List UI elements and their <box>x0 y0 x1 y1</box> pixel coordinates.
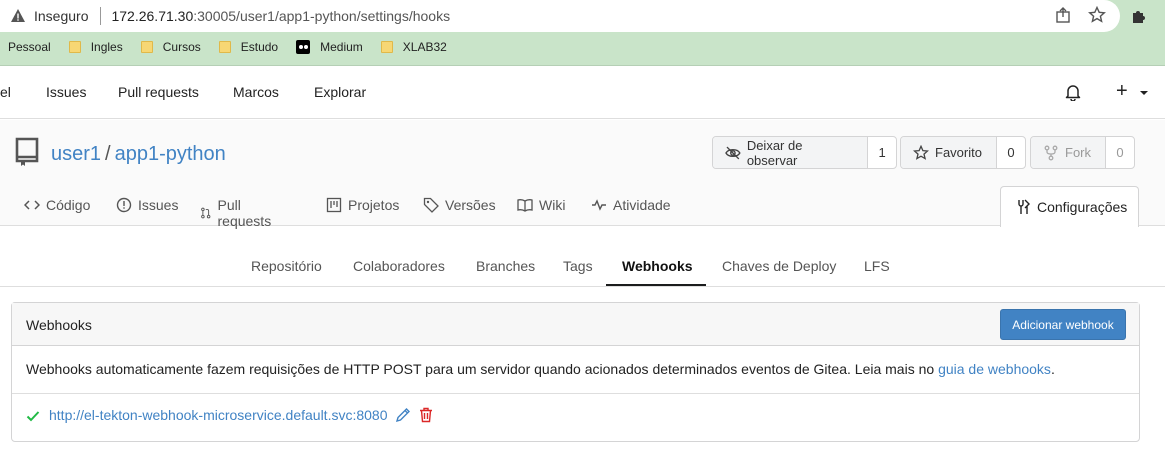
settings-menu: Repositório Colaboradores Branches Tags … <box>0 244 1165 287</box>
address-bar[interactable]: Inseguro 172.26.71.30:30005/user1/app1-p… <box>0 0 1120 32</box>
bookmark-estudo[interactable]: Estudo <box>218 40 278 54</box>
webhooks-description: Webhooks automaticamente fazem requisiçõ… <box>12 346 1139 394</box>
webhooks-title: Webhooks <box>26 317 92 333</box>
tab-projects[interactable]: Projetos <box>326 197 399 213</box>
folder-icon <box>218 41 231 53</box>
webhooks-guide-link[interactable]: guia de webhooks <box>938 361 1051 377</box>
fork-button-group: Fork 0 <box>1030 136 1135 169</box>
nav-item-explorar[interactable]: Explorar <box>314 84 366 100</box>
nav-item-issues[interactable]: Issues <box>46 84 86 100</box>
bookmark-xlab32[interactable]: XLAB32 <box>380 40 447 54</box>
bookmarks-bar: Pessoal Ingles Cursos Estudo Medium XLAB… <box>0 36 465 58</box>
pull-request-icon <box>201 207 211 219</box>
warning-icon <box>10 8 26 24</box>
medium-icon <box>296 40 311 54</box>
extensions-icon[interactable] <box>1130 7 1148 25</box>
active-tab-indicator <box>606 284 706 286</box>
chevron-down-icon[interactable] <box>1139 85 1149 95</box>
nav-item-painel[interactable]: el <box>0 84 11 100</box>
watch-count[interactable]: 1 <box>868 137 896 168</box>
tab-releases[interactable]: Versões <box>423 197 496 213</box>
settings-item-collaborators[interactable]: Colaboradores <box>353 258 445 274</box>
settings-item-lfs[interactable]: LFS <box>864 258 890 274</box>
security-label[interactable]: Inseguro <box>34 8 88 24</box>
pencil-icon[interactable] <box>395 407 411 423</box>
folder-icon <box>68 41 81 53</box>
fork-button[interactable]: Fork <box>1031 137 1106 168</box>
book-icon <box>517 199 533 212</box>
webhooks-panel-header: Webhooks Adicionar webhook <box>12 303 1139 346</box>
settings-item-webhooks[interactable]: Webhooks <box>622 258 693 274</box>
star-count[interactable]: 0 <box>997 137 1025 168</box>
project-icon <box>326 197 342 213</box>
repo-name-link[interactable]: app1-python <box>115 143 226 165</box>
star-icon <box>913 144 929 160</box>
tab-issues[interactable]: Issues <box>116 197 178 213</box>
tab-code[interactable]: Código <box>24 197 90 213</box>
unwatch-button[interactable]: Deixar de observar <box>713 137 869 168</box>
tab-wiki[interactable]: Wiki <box>517 197 565 213</box>
settings-item-deploy-keys[interactable]: Chaves de Deploy <box>722 258 836 274</box>
bookmark-medium[interactable]: Medium <box>296 40 363 54</box>
settings-item-repository[interactable]: Repositório <box>251 258 322 274</box>
repo-title-separator: / <box>105 143 111 165</box>
nav-item-marcos[interactable]: Marcos <box>233 84 279 100</box>
top-navigation: el Issues Pull requests Marcos Explorar … <box>0 67 1165 119</box>
repo-icon <box>14 136 42 168</box>
nav-item-pull-requests[interactable]: Pull requests <box>118 84 199 100</box>
star-button[interactable]: Favorito <box>901 137 997 168</box>
add-webhook-button[interactable]: Adicionar webhook <box>1000 309 1126 340</box>
tab-pull-requests[interactable]: Pull requests <box>200 197 276 229</box>
tab-activity[interactable]: Atividade <box>591 197 671 213</box>
folder-icon <box>140 41 153 53</box>
webhook-url-link[interactable]: http://el-tekton-webhook-microservice.de… <box>49 407 388 423</box>
trash-icon[interactable] <box>418 407 434 423</box>
watch-button-group: Deixar de observar 1 <box>712 136 897 169</box>
bookmark-star-icon[interactable] <box>1088 6 1106 24</box>
tab-settings[interactable]: Configurações <box>1000 186 1139 227</box>
address-divider <box>100 7 102 25</box>
bookmark-ingles[interactable]: Ingles <box>68 40 123 54</box>
bookmark-pessoal[interactable]: Pessoal <box>8 40 51 54</box>
repo-title: user1/app1-python <box>51 143 226 166</box>
eye-slash-icon <box>725 146 741 159</box>
repo-owner-link[interactable]: user1 <box>51 143 101 165</box>
notifications-bell-icon[interactable] <box>1064 83 1082 102</box>
check-icon <box>26 409 40 423</box>
create-plus-icon[interactable]: + <box>1116 80 1128 103</box>
tools-icon <box>1018 199 1030 214</box>
settings-item-branches[interactable]: Branches <box>476 258 535 274</box>
code-icon <box>24 200 40 210</box>
repo-header: user1/app1-python Deixar de observar 1 F… <box>0 120 1165 229</box>
pulse-icon <box>592 199 606 211</box>
share-icon[interactable] <box>1054 6 1072 24</box>
webhook-row: http://el-tekton-webhook-microservice.de… <box>12 394 1139 440</box>
url-text[interactable]: 172.26.71.30:30005/user1/app1-python/set… <box>111 8 450 24</box>
tag-icon <box>423 197 439 213</box>
star-button-group: Favorito 0 <box>900 136 1026 169</box>
folder-icon <box>380 41 393 53</box>
webhooks-panel: Webhooks Adicionar webhook Webhooks auto… <box>11 302 1140 442</box>
fork-count[interactable]: 0 <box>1106 137 1134 168</box>
issue-icon <box>116 197 132 213</box>
settings-item-tags[interactable]: Tags <box>563 258 593 274</box>
bookmark-cursos[interactable]: Cursos <box>140 40 201 54</box>
browser-chrome: Inseguro 172.26.71.30:30005/user1/app1-p… <box>0 0 1165 66</box>
fork-icon <box>1044 145 1058 160</box>
